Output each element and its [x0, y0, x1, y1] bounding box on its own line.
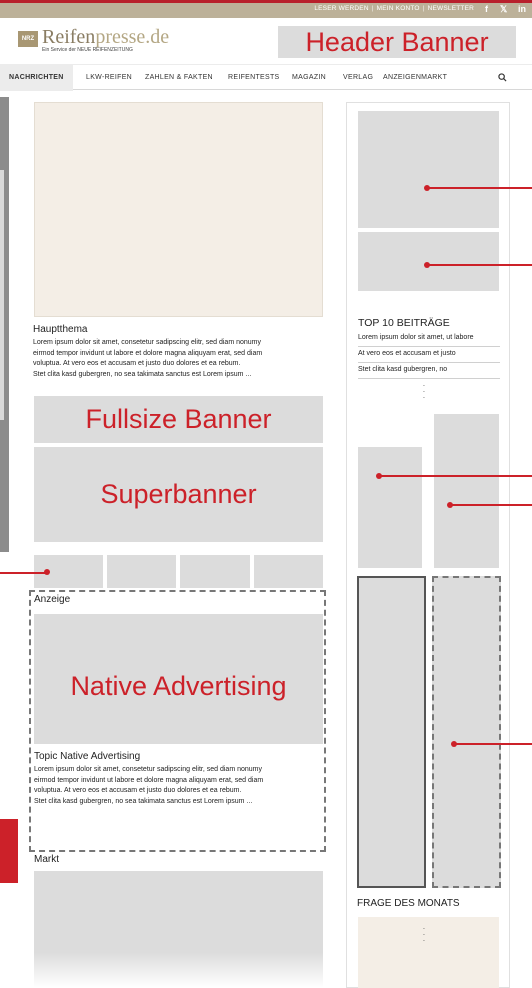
small-teaser[interactable]: [107, 555, 176, 588]
hauptthema-line: Lorem ipsum dolor sit amet, consetetur s…: [33, 339, 261, 346]
nav-item-magazin[interactable]: MAGAZIN: [292, 65, 326, 91]
top10-item[interactable]: Lorem ipsum dolor sit amet, ut labore: [358, 330, 500, 347]
annotation-line: [380, 475, 532, 477]
linkedin-icon[interactable]: in: [518, 4, 526, 14]
more-dots-icon: · · ·: [422, 381, 426, 402]
header-banner[interactable]: Header Banner: [278, 26, 516, 58]
markt-label: Markt: [34, 854, 59, 865]
hauptthema-text: Lorem ipsum dolor sit amet, consetetur s…: [33, 338, 333, 380]
nav-item-nachrichten[interactable]: NACHRICHTEN: [0, 65, 73, 91]
hauptthema-line: voluptua. At vero eos et accusam et just…: [33, 360, 241, 367]
facebook-icon[interactable]: f: [485, 4, 488, 14]
annotation-line: [428, 187, 532, 189]
left-edge-highlight: [0, 170, 4, 420]
top10-item[interactable]: Stet clita kasd gubergren, no: [358, 362, 500, 379]
native-line: Stet clita kasd gubergren, no sea takima…: [34, 797, 253, 805]
nav-item-anzeigenmarkt[interactable]: ANZEIGENMARKT: [383, 65, 447, 91]
newsletter-link[interactable]: NEWSLETTER: [428, 5, 474, 12]
logo-name-part2: presse.de: [95, 26, 170, 48]
leser-werden-link[interactable]: LESER WERDEN: [314, 5, 368, 12]
search-icon[interactable]: [498, 65, 507, 91]
utility-links: LESER WERDEN | MEIN KONTO | NEWSLETTER: [314, 5, 474, 12]
topic-native-title[interactable]: Topic Native Advertising: [34, 751, 140, 762]
native-line: eirmod tempor invidunt ut labore et dolo…: [34, 776, 264, 784]
sidebar-skyscraper-right[interactable]: [434, 414, 499, 568]
annotation-tab: [0, 819, 18, 883]
nav-item-lkw-reifen[interactable]: LKW-REIFEN: [86, 65, 132, 91]
native-line: voluptua. At vero eos et accusam et just…: [34, 787, 242, 794]
logo-name[interactable]: Reifenpresse.de: [42, 26, 169, 49]
utility-bar: LESER WERDEN | MEIN KONTO | NEWSLETTER f 𝕏 i…: [0, 3, 532, 18]
anzeige-label: Anzeige: [32, 594, 73, 605]
sidebar-halfpage-solid[interactable]: [357, 576, 426, 888]
frage-des-monats-box[interactable]: [358, 917, 499, 988]
sidebar-ad-top[interactable]: [358, 111, 499, 228]
nav-item-reifentests[interactable]: REIFENTESTS: [228, 65, 280, 91]
mein-konto-link[interactable]: MEIN KONTO: [377, 5, 420, 12]
top10-title: TOP 10 BEITRÄGE: [358, 317, 450, 329]
fullsize-banner[interactable]: Fullsize Banner: [34, 396, 323, 443]
main-navigation: NACHRICHTEN LKW-REIFEN ZAHLEN & FAKTEN R…: [0, 64, 532, 91]
hauptthema-image[interactable]: [34, 102, 323, 317]
annotation-line: [451, 504, 532, 506]
more-dots-icon: · · ·: [422, 924, 426, 945]
hauptthema-title[interactable]: Hauptthema: [33, 324, 87, 335]
x-icon[interactable]: 𝕏: [500, 4, 507, 15]
annotation-line: [455, 743, 532, 745]
logo-mark[interactable]: NRZ: [18, 31, 38, 47]
small-teaser[interactable]: [254, 555, 323, 588]
annotation-line: [0, 572, 46, 574]
sidebar-halfpage-dashed[interactable]: [432, 576, 501, 888]
hauptthema-line: eirmod tempor invidunt ut labore et dolo…: [33, 349, 263, 357]
annotation-dot: [44, 569, 50, 575]
frage-des-monats-title: FRAGE DES MONATS: [357, 898, 460, 909]
sidebar-skyscraper-left[interactable]: [358, 447, 422, 568]
nav-item-zahlen-fakten[interactable]: ZAHLEN & FAKTEN: [145, 65, 213, 91]
native-advertising[interactable]: Native Advertising: [34, 614, 323, 744]
markt-block[interactable]: [34, 871, 323, 988]
annotation-line: [428, 264, 532, 266]
nav-item-verlag[interactable]: VERLAG: [343, 65, 373, 91]
logo-name-part1: Reifen: [42, 26, 96, 48]
native-text: Lorem ipsum dolor sit amet, consetetur s…: [34, 765, 334, 807]
logo-tagline: Ein Service der NEUE REIFENZEITUNG: [42, 47, 133, 53]
superbanner[interactable]: Superbanner: [34, 447, 323, 542]
top10-item[interactable]: At vero eos et accusam et justo: [358, 346, 500, 363]
hauptthema-line: Stet clita kasd gubergren, no sea takima…: [33, 370, 252, 378]
small-teaser[interactable]: [180, 555, 250, 588]
native-line: Lorem ipsum dolor sit amet, consetetur s…: [34, 766, 262, 773]
